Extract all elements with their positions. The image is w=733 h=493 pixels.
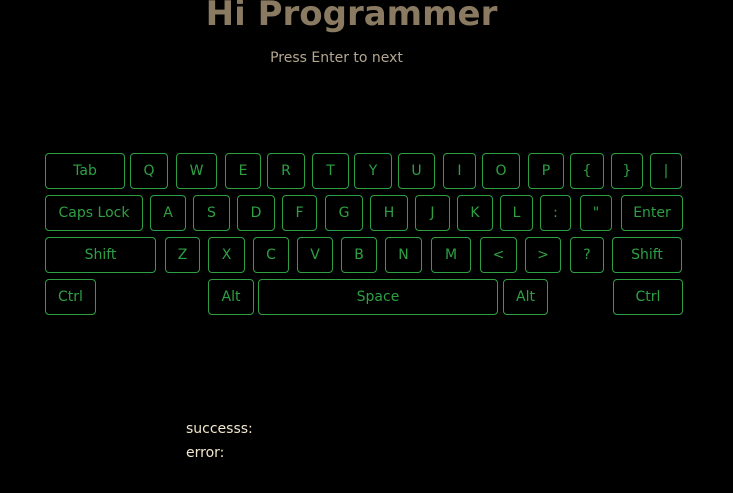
- virtual-keyboard: Tab Q W E R T Y U I O P { } | Caps Lock …: [45, 153, 685, 321]
- key-j[interactable]: J: [415, 195, 450, 231]
- key-n[interactable]: N: [385, 237, 422, 273]
- key-right-alt[interactable]: Alt: [503, 279, 548, 315]
- key-r[interactable]: R: [267, 153, 305, 189]
- key-h[interactable]: H: [370, 195, 408, 231]
- key-b[interactable]: B: [341, 237, 377, 273]
- key-i[interactable]: I: [443, 153, 476, 189]
- key-d[interactable]: D: [237, 195, 275, 231]
- key-w[interactable]: W: [176, 153, 217, 189]
- key-k[interactable]: K: [457, 195, 493, 231]
- typing-stats: successs: error:: [186, 417, 253, 465]
- key-f[interactable]: F: [282, 195, 317, 231]
- error-count-label: error:: [186, 445, 225, 461]
- key-greater-than[interactable]: >: [525, 237, 561, 273]
- key-e[interactable]: E: [225, 153, 261, 189]
- key-g[interactable]: G: [325, 195, 363, 231]
- key-q[interactable]: Q: [130, 153, 168, 189]
- page-title: Hi Programmer: [205, 0, 498, 34]
- key-c[interactable]: C: [253, 237, 289, 273]
- keyboard-row-1: Tab Q W E R T Y U I O P { } |: [45, 153, 685, 195]
- key-m[interactable]: M: [431, 237, 471, 273]
- key-quote[interactable]: ": [580, 195, 612, 231]
- key-caps-lock[interactable]: Caps Lock: [45, 195, 143, 231]
- key-right-ctrl[interactable]: Ctrl: [613, 279, 683, 315]
- key-right-brace[interactable]: }: [611, 153, 643, 189]
- key-l[interactable]: L: [500, 195, 533, 231]
- key-v[interactable]: V: [297, 237, 333, 273]
- key-left-shift[interactable]: Shift: [45, 237, 156, 273]
- typing-practice-page: Hi Programmer Press Enter to next Tab Q …: [0, 0, 733, 493]
- key-less-than[interactable]: <: [480, 237, 517, 273]
- keyboard-row-4: Ctrl Alt Space Alt Ctrl: [45, 279, 685, 321]
- key-a[interactable]: A: [150, 195, 186, 231]
- keyboard-row-3: Shift Z X C V B N M < > ? Shift: [45, 237, 685, 279]
- key-pipe[interactable]: |: [650, 153, 682, 189]
- key-space[interactable]: Space: [258, 279, 498, 315]
- key-enter[interactable]: Enter: [621, 195, 683, 231]
- key-question[interactable]: ?: [570, 237, 604, 273]
- key-z[interactable]: Z: [165, 237, 200, 273]
- page-subtitle: Press Enter to next: [270, 50, 403, 66]
- key-right-shift[interactable]: Shift: [612, 237, 682, 273]
- key-s[interactable]: S: [193, 195, 230, 231]
- key-tab[interactable]: Tab: [45, 153, 125, 189]
- success-count-label: successs:: [186, 421, 253, 437]
- key-x[interactable]: X: [208, 237, 245, 273]
- key-colon[interactable]: :: [540, 195, 571, 231]
- key-p[interactable]: P: [528, 153, 564, 189]
- key-y[interactable]: Y: [354, 153, 392, 189]
- keyboard-row-2: Caps Lock A S D F G H J K L : " Enter: [45, 195, 685, 237]
- key-o[interactable]: O: [482, 153, 520, 189]
- key-left-alt[interactable]: Alt: [208, 279, 254, 315]
- key-left-ctrl[interactable]: Ctrl: [45, 279, 96, 315]
- key-u[interactable]: U: [398, 153, 435, 189]
- key-left-brace[interactable]: {: [570, 153, 604, 189]
- key-t[interactable]: T: [312, 153, 349, 189]
